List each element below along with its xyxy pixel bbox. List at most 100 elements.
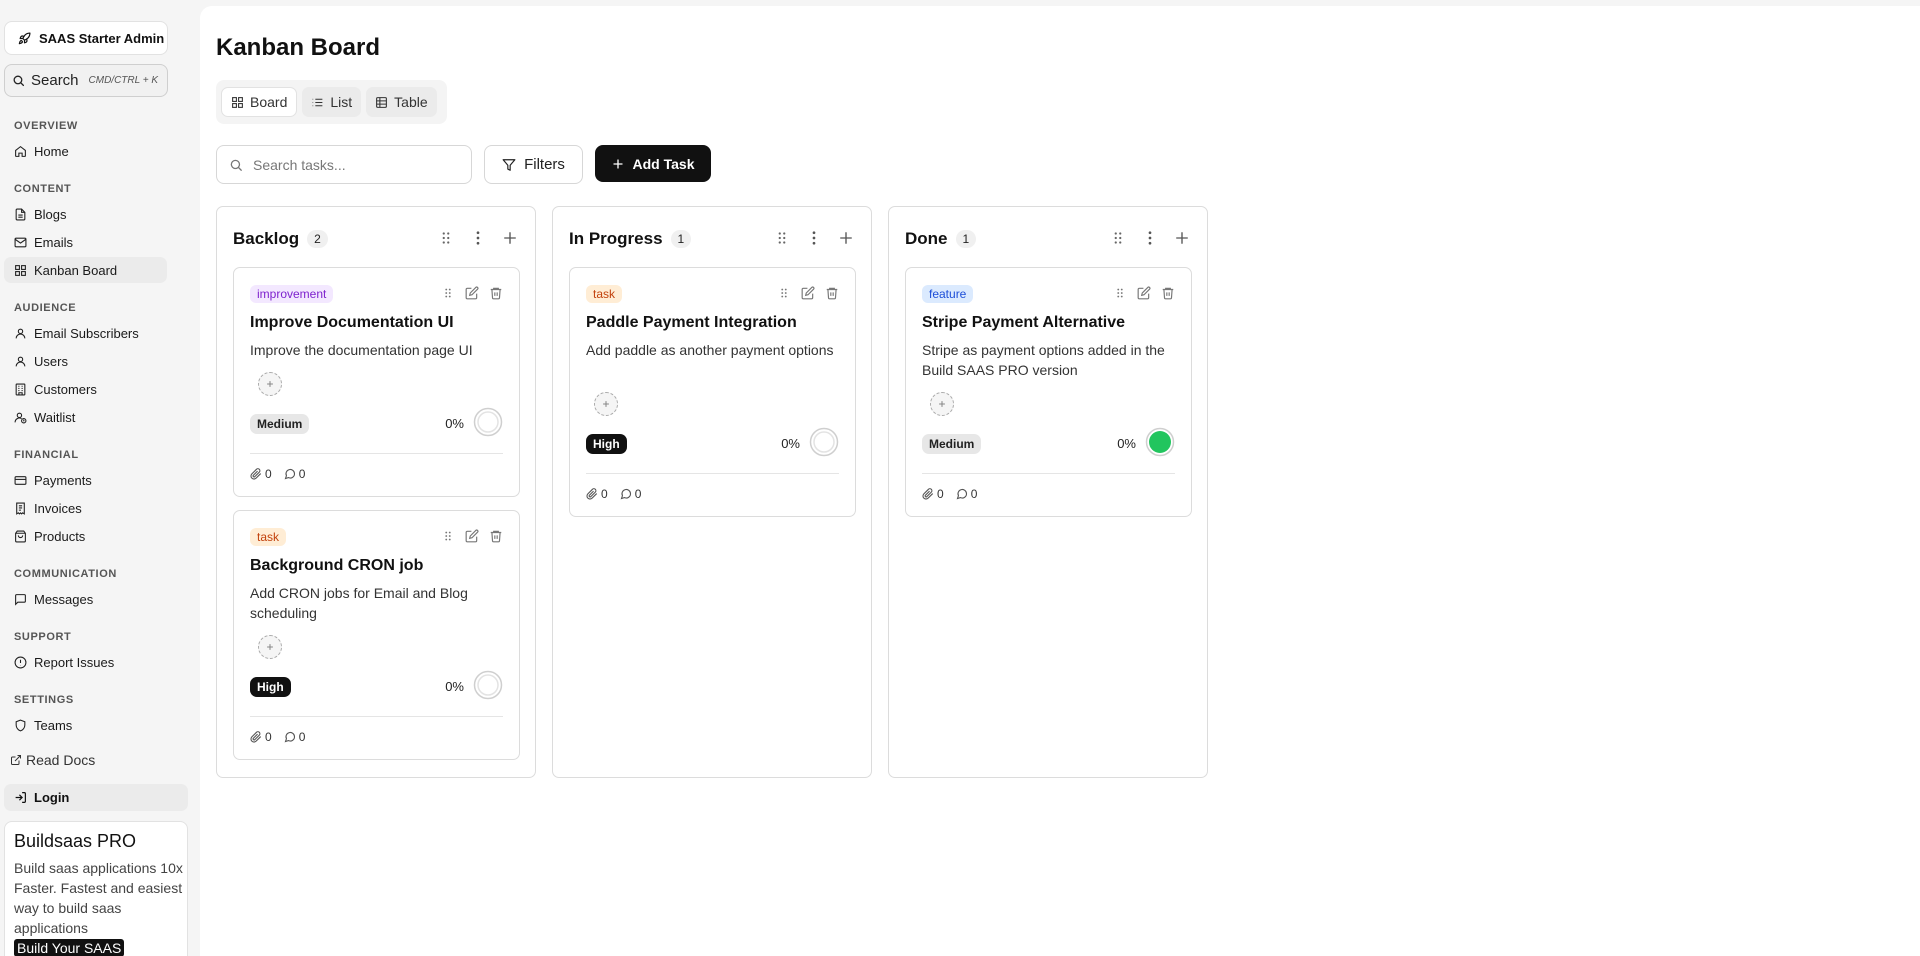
progress-percent: 0%: [445, 416, 464, 431]
trash-icon[interactable]: [825, 286, 839, 300]
sidebar-item-emails[interactable]: Emails: [4, 229, 167, 255]
edit-icon[interactable]: [1137, 286, 1151, 300]
sidebar-item-home[interactable]: Home: [4, 138, 167, 164]
card-title: Stripe Payment Alternative: [922, 314, 1126, 331]
tab-table[interactable]: Table: [366, 87, 437, 117]
sidebar-item-label: Home: [34, 143, 69, 159]
add-assignee-button[interactable]: [594, 392, 618, 416]
edit-icon[interactable]: [465, 529, 479, 543]
attachments-count[interactable]: 0: [586, 487, 608, 501]
progress-ring-done-icon: [1145, 427, 1175, 457]
sidebar-item-invoices[interactable]: Invoices: [4, 495, 167, 521]
sidebar-item-waitlist[interactable]: Waitlist: [4, 404, 167, 430]
card-divider: [250, 716, 503, 717]
task-card[interactable]: task Background CRON job Add CRON jobs f…: [233, 510, 520, 760]
plus-icon[interactable]: [837, 229, 855, 247]
sidebar-item-report-issues[interactable]: Report Issues: [4, 649, 167, 675]
trash-icon[interactable]: [489, 529, 503, 543]
receipt-icon: [16, 502, 25, 515]
group-title-overview: OVERVIEW: [14, 120, 78, 132]
attachments-value: 0: [265, 467, 272, 481]
main-panel: Kanban Board Board List Table Filters Ad…: [200, 6, 1920, 956]
sidebar-item-label: Kanban Board: [34, 262, 118, 278]
pro-promo-card: Buildsaas PRO Build saas applications 10…: [4, 821, 188, 956]
plus-icon[interactable]: [1173, 229, 1191, 247]
filters-label: Filters: [524, 156, 565, 173]
sidebar-item-label: Messages: [34, 591, 94, 607]
priority-badge: High: [586, 434, 627, 454]
comments-count[interactable]: 0: [956, 487, 977, 501]
login-button[interactable]: Login: [4, 784, 188, 811]
drag-handle-icon[interactable]: [441, 286, 455, 300]
drag-handle-icon[interactable]: [437, 229, 455, 247]
sidebar-item-payments[interactable]: Payments: [4, 467, 167, 493]
task-card[interactable]: improvement Improve Documentation UI Imp…: [233, 267, 520, 497]
drag-handle-icon[interactable]: [773, 229, 791, 247]
add-assignee-button[interactable]: [258, 372, 282, 396]
group-title-financial: FINANCIAL: [14, 449, 79, 461]
filters-button[interactable]: Filters: [484, 145, 583, 184]
add-assignee-button[interactable]: [930, 392, 954, 416]
task-card[interactable]: task Paddle Payment Integration Add padd…: [569, 267, 856, 517]
sidebar-item-users[interactable]: Users: [4, 348, 167, 374]
card-description: Add paddle as another payment options: [586, 342, 834, 358]
add-task-label: Add Task: [632, 155, 695, 172]
drag-handle-icon[interactable]: [441, 529, 455, 543]
drag-handle-icon[interactable]: [1113, 286, 1127, 300]
attachments-value: 0: [937, 487, 944, 501]
add-assignee-button[interactable]: [258, 635, 282, 659]
filter-icon: [502, 158, 516, 171]
more-vertical-icon[interactable]: [469, 229, 487, 247]
comments-count[interactable]: 0: [284, 730, 305, 744]
trash-icon[interactable]: [1161, 286, 1175, 300]
attachments-count[interactable]: 0: [250, 467, 272, 481]
edit-icon[interactable]: [465, 286, 479, 300]
group-title-support: SUPPORT: [14, 631, 72, 643]
drag-handle-icon[interactable]: [777, 286, 791, 300]
column-title: Done: [905, 229, 948, 248]
sidebar-item-customers[interactable]: Customers: [4, 376, 167, 402]
sidebar-item-products[interactable]: Products: [4, 523, 167, 549]
read-docs-link[interactable]: Read Docs: [10, 752, 95, 768]
column-count-badge: 2: [307, 230, 328, 248]
comments-count[interactable]: 0: [284, 467, 306, 481]
sidebar-item-email-subscribers[interactable]: Email Subscribers: [4, 320, 167, 346]
attachments-count[interactable]: 0: [922, 487, 944, 501]
sidebar-item-messages[interactable]: Messages: [4, 586, 167, 612]
sidebar-item-label: Emails: [34, 234, 74, 250]
tab-list[interactable]: List: [302, 87, 362, 117]
sidebar-item-blogs[interactable]: Blogs: [4, 201, 167, 227]
task-search-input[interactable]: [253, 156, 453, 173]
add-task-button[interactable]: Add Task: [595, 145, 711, 182]
build-saas-button[interactable]: Build Your SAAS: [14, 939, 125, 956]
comments-value: 0: [298, 467, 306, 481]
trash-icon[interactable]: [489, 286, 503, 300]
edit-icon[interactable]: [801, 286, 815, 300]
sidebar-item-teams[interactable]: Teams: [4, 712, 167, 738]
sidebar-item-label: Blogs: [34, 206, 67, 222]
drag-handle-icon[interactable]: [1109, 229, 1127, 247]
sidebar-item-label: Report Issues: [34, 654, 115, 670]
attachments-value: 0: [601, 487, 608, 501]
plus-icon[interactable]: [501, 229, 519, 247]
column-in-progress: In Progress 1 task Paddle Payment Integr…: [552, 206, 872, 778]
paperclip-icon: [922, 488, 934, 500]
attachments-count[interactable]: 0: [250, 730, 272, 744]
task-card[interactable]: feature Stripe Payment Alternative Strip…: [905, 267, 1192, 517]
brand-button[interactable]: SAAS Starter Admin: [4, 21, 168, 55]
card-meta: 0 0: [586, 487, 641, 501]
search-icon: [13, 75, 25, 87]
paperclip-icon: [250, 468, 262, 480]
tab-board[interactable]: Board: [221, 87, 298, 117]
type-badge: improvement: [250, 285, 334, 303]
message-circle-icon: [284, 468, 295, 480]
tab-label: List: [330, 94, 353, 110]
comments-count[interactable]: 0: [620, 487, 641, 501]
user-clock-icon: [14, 412, 27, 423]
card-divider: [250, 453, 503, 454]
sidebar-item-kanban-board[interactable]: Kanban Board: [4, 257, 167, 283]
global-search-button[interactable]: Search CMD/CTRL + K: [4, 64, 168, 97]
login-label: Login: [34, 790, 70, 805]
more-vertical-icon[interactable]: [805, 229, 823, 247]
more-vertical-icon[interactable]: [1141, 229, 1159, 247]
